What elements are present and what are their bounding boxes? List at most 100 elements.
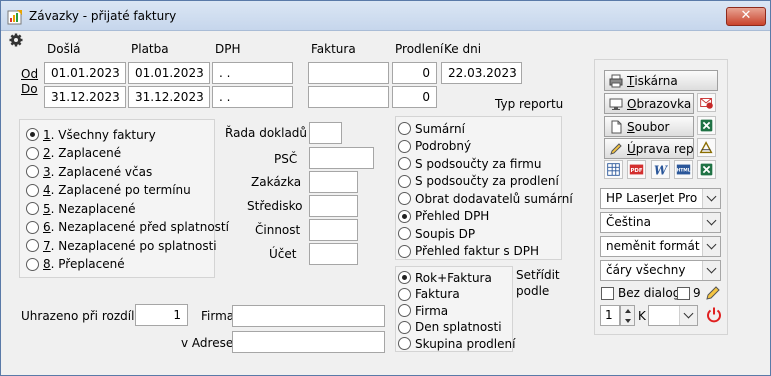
edit-icon[interactable]	[705, 285, 721, 301]
header-platba: Platba	[131, 42, 169, 56]
bez-dialogu-checkbox[interactable]	[601, 287, 614, 300]
radio-button[interactable]	[398, 192, 411, 205]
radio-button[interactable]	[26, 128, 39, 141]
do-dph-input[interactable]: . .	[212, 86, 293, 108]
spin-up-icon[interactable]	[623, 307, 633, 315]
radio-button[interactable]	[398, 320, 411, 334]
psc-input[interactable]	[309, 147, 374, 169]
word-icon[interactable]: W	[651, 160, 670, 179]
sort-option-5[interactable]: Skupina prodlení	[398, 335, 515, 352]
cinnost-input[interactable]	[309, 219, 358, 241]
sort-option-4[interactable]: Den splatnosti	[398, 319, 502, 336]
radio-button[interactable]	[26, 165, 39, 178]
excel-export-icon[interactable]	[697, 160, 716, 179]
radio-button[interactable]	[398, 209, 411, 223]
filter-option-number: 8	[43, 257, 51, 271]
filter-option-5[interactable]: 5. Nezaplacené	[26, 200, 136, 217]
do-prodleni-input[interactable]: 0	[392, 86, 437, 108]
window-title: Závazky - přijaté faktury	[29, 9, 177, 23]
excel-icon[interactable]	[697, 116, 716, 135]
od-dosla-input[interactable]: 01.01.2023	[44, 62, 126, 84]
report-type-option-1[interactable]: Sumární	[398, 120, 465, 137]
copies-spinner[interactable]	[620, 305, 635, 326]
sort-option-3[interactable]: Firma	[398, 302, 448, 319]
radio-button[interactable]	[398, 304, 411, 317]
report-type-option-8[interactable]: Přehled faktur s DPH	[398, 243, 539, 260]
report-type-option-3[interactable]: S podsoučty za firmu	[398, 155, 541, 172]
ke-dni-input[interactable]: 22.03.2023	[441, 62, 522, 84]
report-type-option-7[interactable]: Soupis DP	[398, 225, 475, 242]
od-platba-input[interactable]: 01.01.2023	[128, 62, 210, 84]
od-faktura-input[interactable]	[308, 62, 389, 84]
nine-checkbox[interactable]	[677, 287, 690, 300]
do-dosla-input[interactable]: 31.12.2023	[44, 86, 126, 108]
k-select[interactable]	[648, 305, 698, 326]
od-dph-input[interactable]: . .	[212, 62, 293, 84]
radio-button[interactable]	[398, 227, 411, 240]
header-dosla: Došlá	[47, 42, 81, 56]
nine-label: 9	[693, 286, 701, 300]
filter-option-2[interactable]: 2. Zaplacené	[26, 145, 121, 162]
obrazovka-button[interactable]: Obrazovka	[604, 93, 694, 114]
power-icon[interactable]	[705, 306, 723, 324]
radio-button[interactable]	[26, 202, 39, 215]
zakazka-input[interactable]	[309, 171, 358, 193]
sort-option-2[interactable]: Faktura	[398, 286, 460, 303]
filter-option-6[interactable]: 6. Nezaplacené před splatností	[26, 219, 229, 236]
radio-button[interactable]	[398, 139, 411, 153]
radio-button[interactable]	[398, 337, 411, 350]
copies-input[interactable]: 1	[600, 305, 620, 326]
spin-down-icon[interactable]	[623, 317, 633, 325]
ucet-input[interactable]	[309, 243, 358, 265]
report-type-option-4[interactable]: S podsoučty za prodlení	[398, 173, 559, 190]
gear-icon[interactable]	[9, 33, 23, 47]
filter-option-1[interactable]: 1. Všechny faktury	[26, 126, 156, 143]
vadrese-input[interactable]	[232, 331, 385, 353]
lines-select[interactable]: čáry všechny	[600, 260, 721, 281]
rada-dokladu-input[interactable]	[309, 122, 342, 144]
od-prodleni-input[interactable]: 0	[392, 62, 437, 84]
lines-select-value: čáry všechny	[606, 263, 686, 277]
stredisko-input[interactable]	[309, 195, 358, 217]
close-button[interactable]: ✕	[726, 7, 766, 26]
printer-select[interactable]: HP LaserJet Pro MFP	[600, 188, 721, 209]
report-type-option-2[interactable]: Podrobný	[398, 138, 471, 155]
uprava-reportu-button[interactable]: Úprava repor	[604, 138, 694, 159]
radio-button[interactable]	[26, 146, 39, 160]
html-icon[interactable]: HTML	[674, 160, 693, 179]
radio-button[interactable]	[26, 183, 39, 197]
radio-button[interactable]	[398, 122, 411, 135]
format-select[interactable]: neměnit formát	[600, 236, 721, 257]
filter-option-4[interactable]: 4. Zaplacené po termínu	[26, 182, 191, 199]
design-tools-icon[interactable]	[697, 138, 716, 157]
filter-option-8[interactable]: 8. Přeplacené	[26, 256, 125, 273]
sort-option-label: Skupina prodlení	[415, 336, 516, 351]
pdf-icon[interactable]: PDF	[627, 160, 646, 179]
radio-button[interactable]	[398, 157, 411, 170]
report-type-option-5[interactable]: Obrat dodavatelů sumární	[398, 190, 573, 207]
soubor-button[interactable]: Soubor	[604, 116, 694, 137]
soubor-accel: S	[627, 119, 635, 134]
firma-input[interactable]	[232, 305, 385, 327]
language-select[interactable]: Čeština	[600, 212, 721, 233]
radio-button[interactable]	[26, 257, 39, 271]
tiskarna-button[interactable]: Tiskárna	[604, 70, 718, 91]
sort-option-1[interactable]: Rok+Faktura	[398, 269, 492, 286]
radio-button[interactable]	[398, 287, 411, 301]
do-faktura-input[interactable]	[308, 86, 389, 108]
radio-button[interactable]	[398, 244, 411, 258]
email-icon[interactable]	[697, 93, 716, 112]
radio-button[interactable]	[398, 271, 411, 284]
radio-button[interactable]	[398, 174, 411, 188]
filter-option-3[interactable]: 3. Zaplacené včas	[26, 163, 152, 180]
uprava-accel: Ú	[627, 141, 636, 156]
do-platba-input[interactable]: 31.12.2023	[128, 86, 210, 108]
report-type-label: Podrobný	[415, 139, 472, 153]
uhrazeno-input[interactable]: 1	[135, 304, 188, 326]
radio-button[interactable]	[26, 220, 39, 234]
report-type-option-6[interactable]: Přehled DPH	[398, 208, 489, 225]
filter-option-number: 7	[43, 238, 51, 253]
filter-option-7[interactable]: 7. Nezaplacené po splatnosti	[26, 237, 217, 254]
table-icon[interactable]	[604, 160, 623, 179]
radio-button[interactable]	[26, 239, 39, 252]
